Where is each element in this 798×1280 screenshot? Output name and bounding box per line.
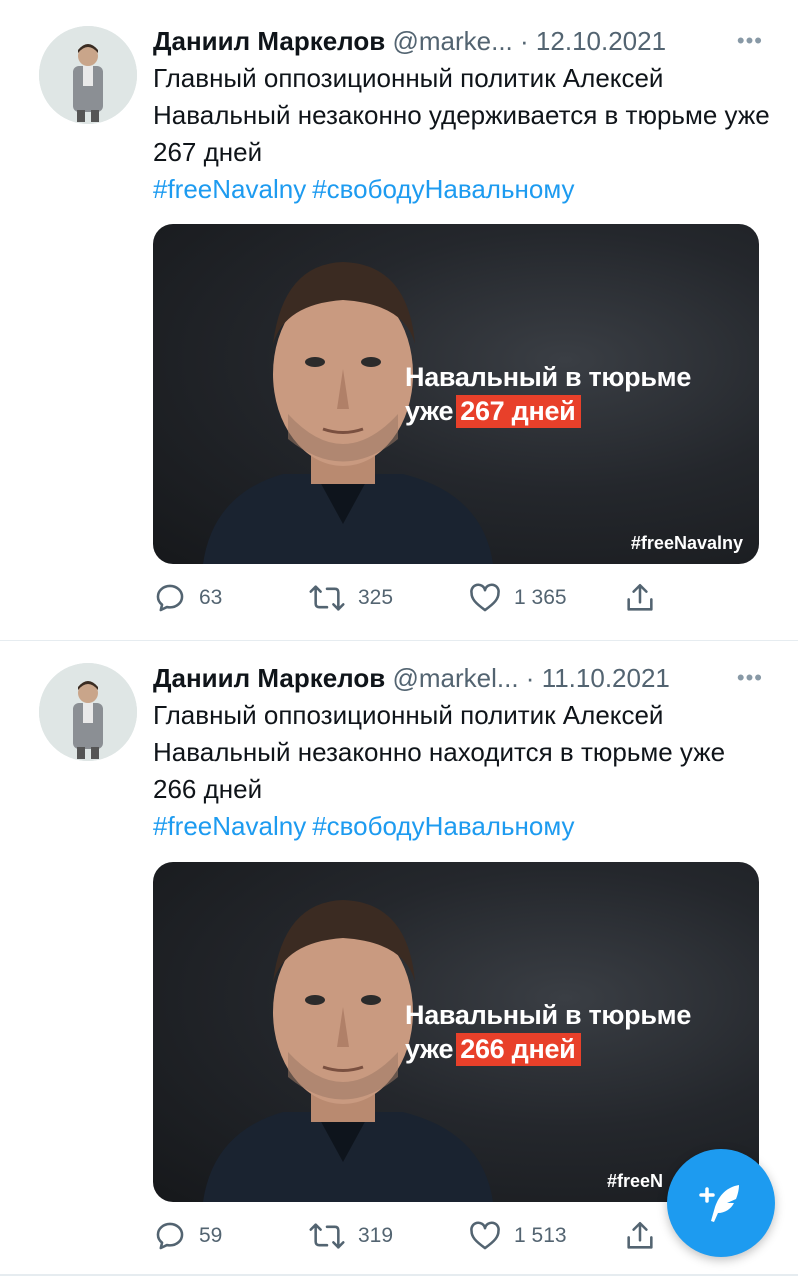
more-icon[interactable]: ••• bbox=[737, 24, 763, 58]
like-count: 1 365 bbox=[514, 586, 567, 609]
tweet-date[interactable]: 11.10.2021 bbox=[542, 663, 670, 693]
hashtag-link[interactable]: #свободуНавальному bbox=[312, 174, 574, 204]
headline-highlight: 267 дней bbox=[456, 395, 582, 428]
tweet-header: Даниил Маркелов @markel... · 11.10.2021 … bbox=[153, 661, 763, 695]
avatar[interactable] bbox=[39, 663, 137, 761]
hashtag-link[interactable]: #freeNavalny bbox=[153, 811, 306, 841]
tweet[interactable]: Даниил Маркелов @marke... · 12.10.2021 •… bbox=[0, 0, 798, 641]
hashtag-link[interactable]: #freeNavalny bbox=[153, 174, 306, 204]
tweet-media-image[interactable]: Навальный в тюрьме уже 267 дней #freeNava… bbox=[153, 224, 759, 564]
headline-prefix: уже bbox=[405, 1034, 454, 1064]
media-overlay-tag: #freeN bbox=[606, 1171, 663, 1191]
retweet-icon bbox=[309, 585, 345, 611]
hashtags: #freeNavalny #свободуНавальному bbox=[153, 808, 773, 845]
reply-icon bbox=[156, 584, 184, 612]
share-icon bbox=[627, 583, 653, 611]
tweet-text: Главный оппозиционный политик Алексей На… bbox=[153, 700, 726, 804]
reply-count: 63 bbox=[199, 586, 223, 609]
separator: · bbox=[520, 26, 529, 56]
media-overlay-tag: #freeNavalny bbox=[630, 533, 743, 553]
retweet-count: 325 bbox=[358, 586, 394, 609]
share-icon bbox=[627, 1221, 653, 1249]
retweet-count: 319 bbox=[358, 1224, 394, 1247]
compose-tweet-icon bbox=[699, 1185, 739, 1222]
share-button[interactable] bbox=[623, 578, 669, 618]
like-count: 1 513 bbox=[514, 1224, 567, 1247]
like-icon bbox=[470, 1221, 500, 1250]
media-headline: Навальный в тюрьме уже 267 дней bbox=[405, 360, 745, 428]
retweet-icon bbox=[309, 1223, 345, 1249]
media-headline: Навальный в тюрьме уже 266 дней bbox=[405, 998, 745, 1066]
reply-icon bbox=[156, 1222, 184, 1250]
headline-highlight: 266 дней bbox=[456, 1033, 582, 1066]
tweet-actions: 59 319 1 513 bbox=[153, 1216, 673, 1256]
tweet-header: Даниил Маркелов @marke... · 12.10.2021 •… bbox=[153, 24, 763, 58]
tweet-text: Главный оппозиционный политик Алексей На… bbox=[153, 63, 770, 167]
separator: · bbox=[525, 663, 535, 693]
bottom-divider bbox=[0, 1274, 798, 1276]
like-icon bbox=[470, 583, 500, 612]
avatar[interactable] bbox=[39, 26, 137, 124]
retweet-button[interactable]: 325 bbox=[308, 578, 393, 618]
tweet-media-image[interactable]: Навальный в тюрьме уже 266 дней #freeN bbox=[153, 862, 759, 1202]
tweet-date[interactable]: 12.10.2021 bbox=[536, 26, 666, 56]
author-name[interactable]: Даниил Маркелов bbox=[153, 663, 385, 693]
author-name[interactable]: Даниил Маркелов bbox=[153, 26, 385, 56]
author-handle[interactable]: @marke... bbox=[392, 26, 512, 56]
compose-tweet-button[interactable] bbox=[667, 1149, 775, 1257]
reply-button[interactable]: 59 bbox=[153, 1216, 222, 1256]
headline-line1: Навальный в тюрьме bbox=[405, 362, 692, 392]
tweet-actions: 63 325 1 365 bbox=[153, 578, 673, 618]
like-button[interactable]: 1 365 bbox=[468, 578, 567, 618]
author-handle[interactable]: @markel... bbox=[392, 663, 518, 693]
hashtags: #freeNavalny #свободуНавальному bbox=[153, 171, 773, 208]
headline-prefix: уже bbox=[405, 396, 454, 426]
reply-button[interactable]: 63 bbox=[153, 578, 222, 618]
retweet-button[interactable]: 319 bbox=[308, 1216, 393, 1256]
like-button[interactable]: 1 513 bbox=[468, 1216, 567, 1256]
headline-line1: Навальный в тюрьме bbox=[405, 1000, 692, 1030]
share-button[interactable] bbox=[623, 1216, 669, 1256]
reply-count: 59 bbox=[199, 1224, 223, 1247]
hashtag-link[interactable]: #свободуНавальному bbox=[312, 811, 574, 841]
more-icon[interactable]: ••• bbox=[737, 661, 763, 695]
